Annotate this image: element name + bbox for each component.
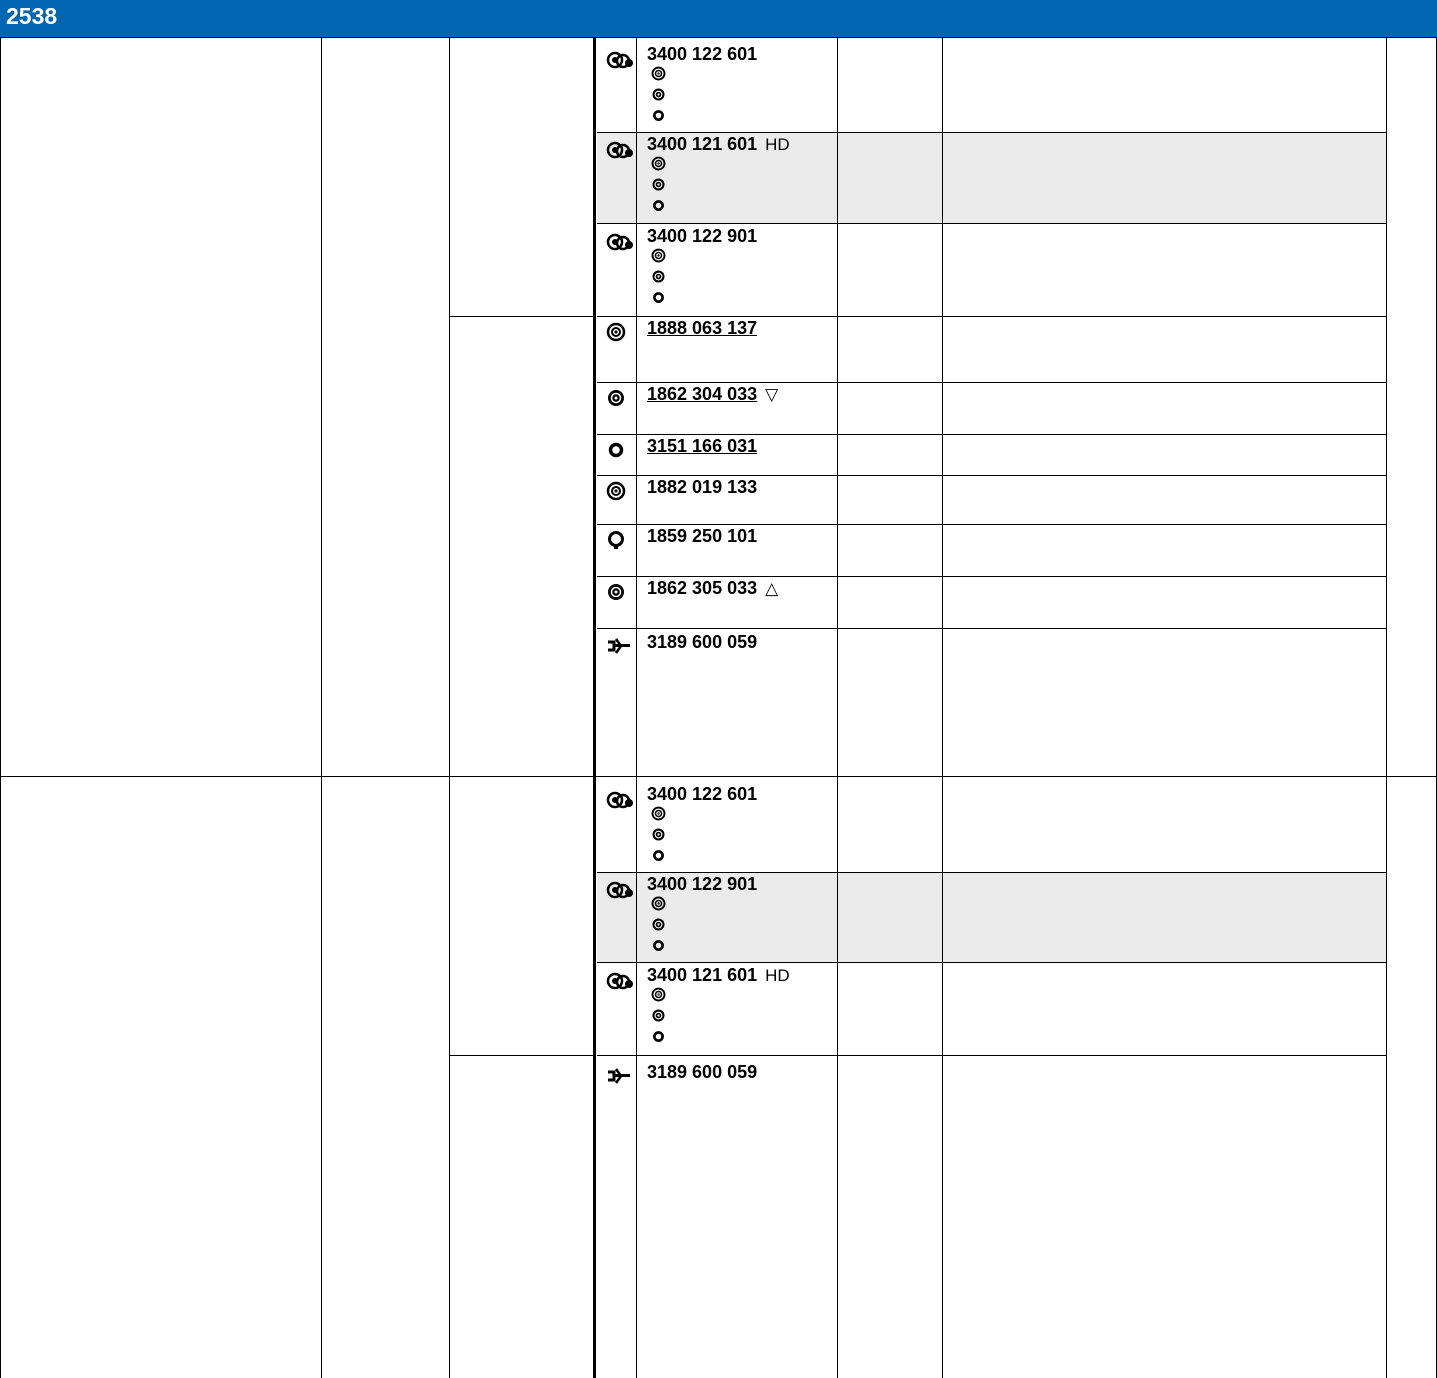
release-fork-icon: [608, 1068, 630, 1084]
pressure-plate-icon: [651, 66, 666, 81]
clutch-disc-icon: [652, 178, 665, 191]
part-number-text: 1862 305 033: [647, 578, 758, 598]
table-rule: [0, 37, 1, 1378]
part-number-text: 1862 304 033: [647, 384, 758, 404]
part-number: 1859 250 101: [647, 527, 757, 545]
clutch-disc-icon: [608, 584, 624, 600]
release-fork-icon: [608, 638, 630, 654]
pressure-plate-icon: [651, 156, 666, 171]
part-number: 1888 063 137: [647, 319, 757, 337]
table-rule: [597, 524, 1387, 525]
part-number: 1882 019 133: [647, 478, 757, 496]
part-number: 3400 121 601 HD: [647, 966, 790, 984]
part-number: 1862 304 033 ▽: [647, 385, 778, 403]
part-number-text: 3151 166 031: [647, 436, 758, 456]
release-bearing-icon: [608, 442, 624, 458]
table-rule: [597, 872, 1387, 873]
table-rule: [597, 576, 1387, 577]
part-number-text: 3400 121 601: [647, 134, 758, 154]
pressure-plate-icon: [651, 896, 666, 911]
clutch-disc-icon: [652, 88, 665, 101]
part-number: 3400 122 901: [647, 875, 757, 893]
clutch-disc-icon: [652, 918, 665, 931]
table-rule: [597, 382, 1387, 383]
pressure-plate-icon: [651, 248, 666, 263]
table-rule: [449, 316, 593, 317]
ring-icon: [608, 531, 624, 549]
table-rule: [597, 434, 1387, 435]
clutch-disc-icon: [652, 828, 665, 841]
clutch-kit-icon: [606, 233, 633, 251]
clutch-kit-icon: [606, 791, 633, 809]
clutch-kit-icon: [606, 141, 633, 159]
part-number-text: 1859 250 101: [647, 526, 758, 546]
clutch-disc-icon: [652, 270, 665, 283]
pressure-plate-icon: [606, 481, 626, 501]
part-number-text: 1888 063 137: [647, 318, 758, 338]
clutch-kit-icon: [606, 972, 633, 990]
part-number-text: 3189 600 059: [647, 632, 758, 652]
table-rule: [597, 962, 1387, 963]
part-number: 3189 600 059: [647, 1063, 757, 1081]
table-rule: [942, 37, 943, 1378]
part-symbol: △: [765, 579, 779, 598]
part-symbol: ▽: [765, 385, 779, 404]
pressure-plate-icon: [606, 322, 626, 342]
page-title: 2538: [6, 3, 58, 29]
table-rule: [593, 37, 596, 1378]
table-rule: [597, 316, 1387, 317]
part-number: 3400 122 601: [647, 785, 757, 803]
release-bearing-icon: [653, 292, 664, 303]
table-rule: [1386, 37, 1387, 1378]
table-rule: [0, 776, 1437, 777]
pressure-plate-icon: [651, 987, 666, 1002]
part-number-text: 3400 122 901: [647, 226, 758, 246]
table-rule: [636, 37, 637, 1378]
part-number: 3151 166 031: [647, 437, 757, 455]
part-number: 3400 122 601: [647, 45, 757, 63]
part-symbol: HD: [765, 135, 790, 154]
part-number-text: 3400 122 901: [647, 874, 758, 894]
table-rule: [597, 628, 1387, 629]
release-bearing-icon: [653, 200, 664, 211]
table-rule: [597, 223, 1387, 224]
table-rule: [449, 1055, 593, 1056]
part-number-text: 1882 019 133: [647, 477, 758, 497]
part-number-text: 3400 122 601: [647, 44, 758, 64]
clutch-kit-icon: [606, 51, 633, 69]
part-number-text: 3400 121 601: [647, 965, 758, 985]
clutch-disc-icon: [608, 390, 624, 406]
table-rule: [449, 37, 450, 1378]
part-number: 3189 600 059: [647, 633, 757, 651]
release-bearing-icon: [653, 110, 664, 121]
part-number: 3400 122 901: [647, 227, 757, 245]
release-bearing-icon: [653, 940, 664, 951]
table-rule: [597, 132, 1387, 133]
clutch-disc-icon: [652, 1009, 665, 1022]
table-rule: [0, 37, 1437, 38]
table-rule: [837, 37, 838, 1378]
table-rule: [597, 475, 1387, 476]
release-bearing-icon: [653, 850, 664, 861]
release-bearing-icon: [653, 1031, 664, 1042]
table-rule: [321, 37, 322, 1378]
page-header: 2538: [0, 0, 1437, 37]
part-number-text: 3189 600 059: [647, 1062, 758, 1082]
table-rule: [597, 1055, 1387, 1056]
clutch-kit-icon: [606, 881, 633, 899]
part-symbol: HD: [765, 966, 790, 985]
pressure-plate-icon: [651, 806, 666, 821]
part-number: 1862 305 033 △: [647, 579, 778, 597]
part-number-text: 3400 122 601: [647, 784, 758, 804]
part-number: 3400 121 601 HD: [647, 135, 790, 153]
